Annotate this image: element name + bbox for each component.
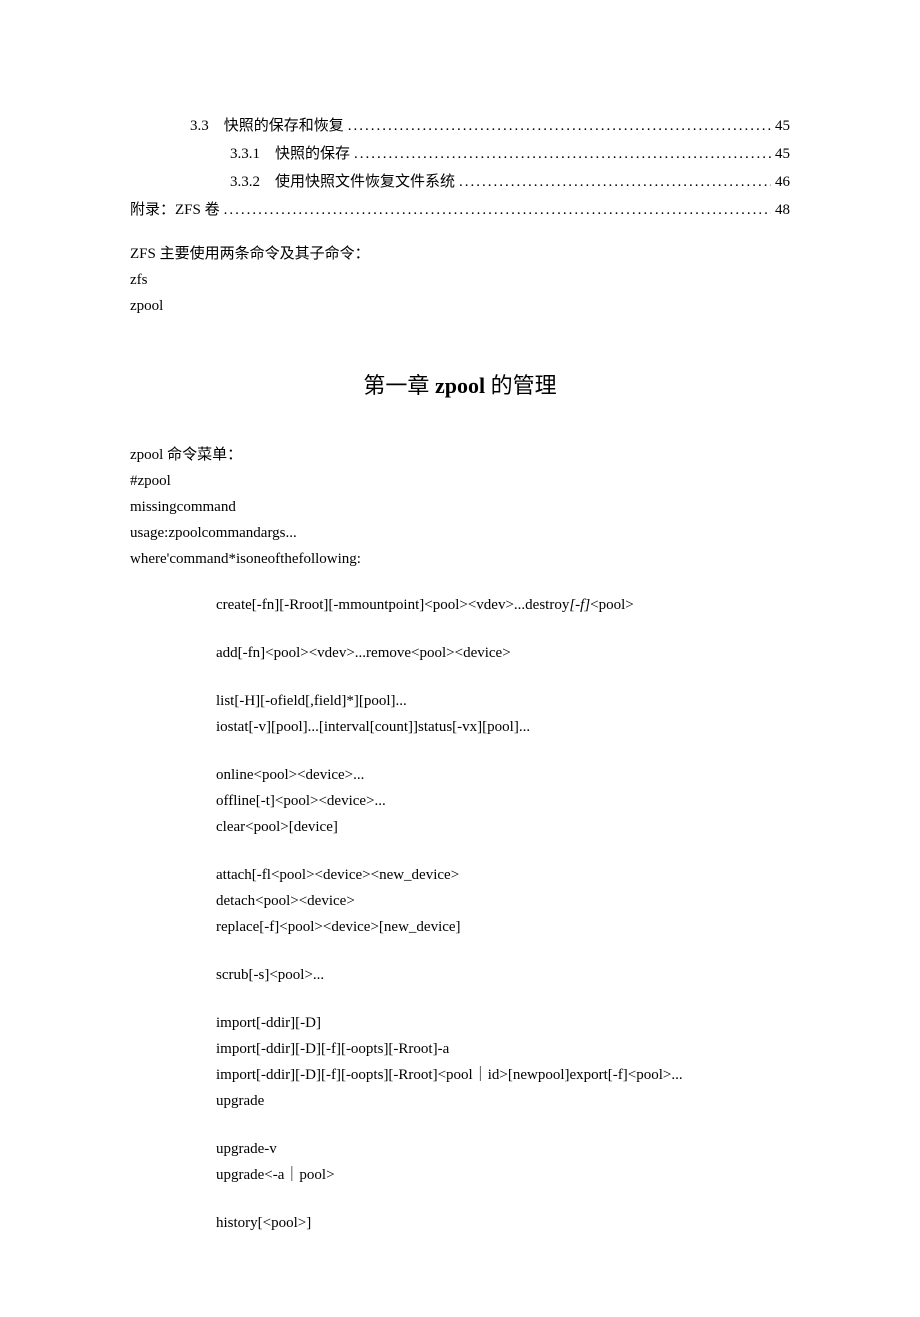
intro-line: ZFS 主要使用两条命令及其子命令： [130,242,790,266]
command-usage-block: zpool 命令菜单： #zpool missingcommand usage:… [130,443,790,571]
cmd-text: <pool> [590,597,634,613]
toc-page: 48 [775,198,790,222]
command-list-block: create[-fn][-Rroot][-mmountpoint]<pool><… [130,593,790,1235]
cmd-item: history[<pool>] [216,1211,790,1235]
toc-leader [354,142,771,166]
cmd-item: scrub[-s]<pool>... [216,963,790,987]
cmd-item: import[-ddir][-D] [216,1011,790,1035]
chapter-title: 第一章 zpool 的管理 [130,368,790,403]
toc-leader [459,170,771,194]
toc-leader [224,198,771,222]
cmd-line: usage:zpoolcommandargs... [130,521,790,545]
cmd-item: upgrade<-a｜pool> [216,1163,790,1187]
intro-line: zfs [130,268,790,292]
toc-num: 3.3 快照的保存和恢复 [190,114,344,138]
cmd-item: upgrade [216,1089,790,1113]
spacer [216,989,790,1009]
spacer [216,941,790,961]
cmd-item: iostat[-v][pool]...[interval[count]]stat… [216,715,790,739]
toc-leader [348,114,771,138]
toc-entry: 3.3 快照的保存和恢复 45 [130,114,790,138]
cmd-line: #zpool [130,469,790,493]
spacer [216,1189,790,1209]
cmd-item: add[-fn]<pool><vdev>...remove<pool><devi… [216,641,790,665]
chapter-title-bold: zpool [435,373,485,398]
cmd-item: attach[-fl<pool><device><new_device> [216,863,790,887]
cmd-item: replace[-f]<pool><device>[new_device] [216,915,790,939]
cmd-item: create[-fn][-Rroot][-mmountpoint]<pool><… [216,593,790,617]
spacer [216,619,790,639]
toc-entry: 3.3.1 快照的保存 45 [130,142,790,166]
spacer [216,741,790,761]
toc-num: 3.3.2 使用快照文件恢复文件系统 [230,170,455,194]
intro-block: ZFS 主要使用两条命令及其子命令： zfs zpool [130,242,790,318]
cmd-item: online<pool><device>... [216,763,790,787]
cmd-line: missingcommand [130,495,790,519]
cmd-item: list[-H][-ofield[,field]*][pool]... [216,689,790,713]
chapter-title-pre: 第一章 [363,373,435,398]
cmd-item: clear<pool>[device] [216,815,790,839]
cmd-text-italic: [-f] [569,597,590,613]
toc-entry: 3.3.2 使用快照文件恢复文件系统 46 [130,170,790,194]
toc-entry: 附录：ZFS 卷 48 [130,198,790,222]
cmd-item: import[-ddir][-D][-f][-oopts][-Rroot]<po… [216,1063,790,1087]
toc-page: 46 [775,170,790,194]
spacer [216,667,790,687]
toc-block: 3.3 快照的保存和恢复 45 3.3.1 快照的保存 45 3.3.2 使用快… [130,114,790,222]
toc-page: 45 [775,142,790,166]
cmd-item: offline[-t]<pool><device>... [216,789,790,813]
cmd-line: where'command*isoneofthefollowing: [130,547,790,571]
cmd-item: import[-ddir][-D][-f][-oopts][-Rroot]-a [216,1037,790,1061]
toc-title: 附录：ZFS 卷 [130,198,220,222]
spacer [216,1115,790,1135]
cmd-line: zpool 命令菜单： [130,443,790,467]
toc-page: 45 [775,114,790,138]
spacer [216,841,790,861]
toc-num: 3.3.1 快照的保存 [230,142,350,166]
chapter-title-post: 的管理 [485,373,557,398]
document-page: 3.3 快照的保存和恢复 45 3.3.1 快照的保存 45 3.3.2 使用快… [0,0,920,1317]
cmd-item: detach<pool><device> [216,889,790,913]
cmd-item: upgrade-v [216,1137,790,1161]
cmd-text: create[-fn][-Rroot][-mmountpoint]<pool><… [216,597,569,613]
intro-line: zpool [130,294,790,318]
